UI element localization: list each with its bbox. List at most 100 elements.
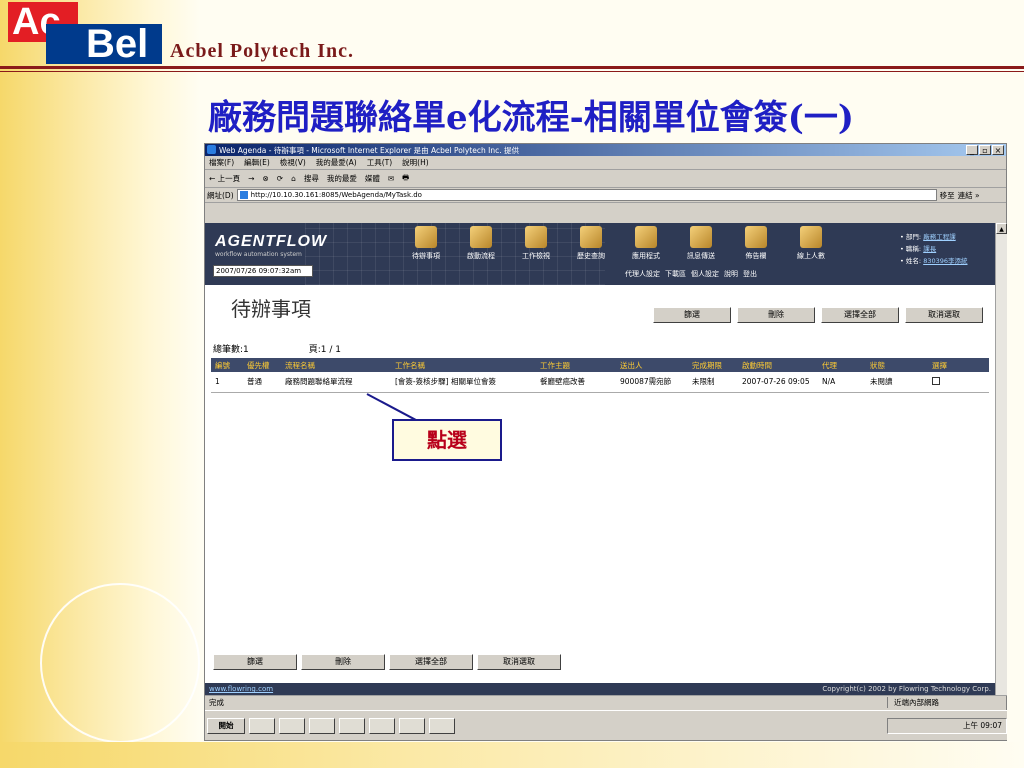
bottom-band bbox=[0, 742, 1024, 768]
menu-edit[interactable]: 編輯(E) bbox=[244, 157, 270, 168]
work-view-icon bbox=[525, 226, 547, 248]
select-checkbox[interactable] bbox=[932, 376, 940, 385]
select-all-button-bottom[interactable]: 選擇全部 bbox=[389, 654, 473, 670]
refresh-button[interactable]: ⟳ bbox=[277, 174, 283, 183]
links-button[interactable]: 連結 » bbox=[958, 190, 980, 201]
cell-task-name[interactable]: [會簽-簽核步驟] 相關單位會簽 bbox=[391, 372, 536, 393]
slide-title: 廠務問題聯絡單e化流程-相關單位會簽(一) bbox=[208, 98, 854, 138]
delete-button-bottom[interactable]: 刪除 bbox=[301, 654, 385, 670]
subnav-personal[interactable]: 個人設定 bbox=[691, 269, 719, 279]
deselect-button[interactable]: 取消選取 bbox=[905, 307, 983, 323]
name-link[interactable]: 830396李添統 bbox=[923, 257, 967, 265]
nav-work-view[interactable]: 工作檢視 bbox=[511, 226, 561, 261]
col-proxy[interactable]: 代理 bbox=[818, 358, 866, 372]
task-table: 編號 優先權 流程名稱 工作名稱 工作主題 送出人 完成期限 啟動時間 代理 狀… bbox=[211, 358, 989, 393]
search-button[interactable]: 搜尋 bbox=[304, 173, 319, 184]
total-count: 總筆數:1 bbox=[213, 345, 249, 355]
print-button[interactable]: 🖶 bbox=[402, 172, 409, 185]
subnav-help[interactable]: 說明 bbox=[724, 269, 738, 279]
scroll-up-arrow[interactable]: ▲ bbox=[996, 223, 1007, 234]
taskbar-item[interactable] bbox=[279, 717, 305, 734]
col-task-name[interactable]: 工作名稱 bbox=[391, 358, 536, 372]
decorative-circle bbox=[40, 583, 200, 743]
menu-bar: 檔案(F) 編輯(E) 檢視(V) 我的最愛(A) 工具(T) 說明(H) bbox=[205, 156, 1006, 170]
page-content: AGENTFLOW workflow automation system 200… bbox=[205, 223, 995, 695]
dept-label: 部門: bbox=[905, 233, 922, 241]
deselect-button-bottom[interactable]: 取消選取 bbox=[477, 654, 561, 670]
menu-favorites[interactable]: 我的最愛(A) bbox=[316, 157, 357, 168]
copyright: Copyright(c) 2002 by Flowring Technology… bbox=[822, 685, 991, 693]
col-flow-name[interactable]: 流程名稱 bbox=[281, 358, 391, 372]
menu-help[interactable]: 說明(H) bbox=[402, 157, 429, 168]
taskbar-item[interactable] bbox=[339, 717, 365, 734]
col-start-time[interactable]: 啟動時間 bbox=[738, 358, 818, 372]
nav-online[interactable]: 線上人數 bbox=[786, 226, 836, 261]
action-buttons-bottom: 篩選 刪除 選擇全部 取消選取 bbox=[213, 654, 561, 670]
nav-apps[interactable]: 應用程式 bbox=[621, 226, 671, 261]
home-button[interactable]: ⌂ bbox=[291, 174, 296, 183]
nav-history[interactable]: 歷史查詢 bbox=[566, 226, 616, 261]
subnav-proxy[interactable]: 代理人設定 bbox=[625, 269, 660, 279]
page-icon bbox=[239, 191, 248, 199]
datetime-display: 2007/07/26 09:07:32am bbox=[213, 265, 313, 277]
address-input[interactable]: http://10.10.30.161:8085/WebAgenda/MyTas… bbox=[236, 189, 937, 201]
filter-button[interactable]: 篩選 bbox=[653, 307, 731, 323]
cell-priority: 普通 bbox=[243, 372, 281, 393]
mail-button[interactable]: ✉ bbox=[388, 174, 394, 183]
header-rule bbox=[0, 66, 1024, 69]
filter-button-bottom[interactable]: 篩選 bbox=[213, 654, 297, 670]
window-title: Web Agenda - 待辦事項 - Microsoft Internet E… bbox=[219, 145, 519, 155]
taskbar-item[interactable] bbox=[399, 717, 425, 734]
col-select[interactable]: 選擇 bbox=[928, 358, 989, 372]
address-url: http://10.10.30.161:8085/WebAgenda/MyTas… bbox=[250, 191, 422, 199]
subnav-logout[interactable]: 登出 bbox=[743, 269, 757, 279]
flowring-link[interactable]: www.flowring.com bbox=[209, 685, 273, 693]
select-all-button[interactable]: 選擇全部 bbox=[821, 307, 899, 323]
delete-button[interactable]: 刪除 bbox=[737, 307, 815, 323]
stop-button[interactable]: ⊗ bbox=[262, 174, 268, 183]
record-count: 總筆數:1 頁:1 / 1 bbox=[213, 342, 341, 355]
nav-messages[interactable]: 訊息傳送 bbox=[676, 226, 726, 261]
media-button[interactable]: 媒體 bbox=[365, 173, 380, 184]
nav-todo[interactable]: 待辦事項 bbox=[401, 226, 451, 261]
table-row[interactable]: 1 普通 廠務問題聯絡單流程 [會簽-簽核步驟] 相關單位會簽 餐廳壁癌改善 9… bbox=[211, 372, 989, 393]
favorites-button[interactable]: 我的最愛 bbox=[327, 173, 357, 184]
taskbar-item[interactable] bbox=[249, 717, 275, 734]
address-bar: 網址(D) http://10.10.30.161:8085/WebAgenda… bbox=[205, 188, 1006, 203]
browser-window: Web Agenda - 待辦事項 - Microsoft Internet E… bbox=[204, 143, 1007, 741]
taskbar-item[interactable] bbox=[429, 717, 455, 734]
col-sender[interactable]: 送出人 bbox=[616, 358, 688, 372]
cell-flow-name[interactable]: 廠務問題聯絡單流程 bbox=[281, 372, 391, 393]
col-status[interactable]: 狀態 bbox=[866, 358, 928, 372]
nav-start-flow-label: 啟動流程 bbox=[467, 252, 495, 260]
nav-bulletin[interactable]: 佈告欄 bbox=[731, 226, 781, 261]
cell-deadline: 未限制 bbox=[688, 372, 738, 393]
minimize-button[interactable]: _ bbox=[966, 145, 978, 155]
subnav-download[interactable]: 下載區 bbox=[665, 269, 686, 279]
title-link[interactable]: 課長 bbox=[923, 245, 936, 253]
address-label: 網址(D) bbox=[207, 190, 234, 200]
close-button[interactable]: × bbox=[992, 145, 1004, 155]
menu-view[interactable]: 檢視(V) bbox=[280, 157, 306, 168]
nav-start-flow[interactable]: 啟動流程 bbox=[456, 226, 506, 261]
start-button[interactable]: 開始 bbox=[207, 717, 245, 734]
col-subject[interactable]: 工作主題 bbox=[536, 358, 616, 372]
vertical-scrollbar[interactable]: ▲ bbox=[995, 223, 1007, 695]
go-button[interactable]: 移至 bbox=[940, 190, 955, 201]
menu-tools[interactable]: 工具(T) bbox=[367, 157, 392, 168]
back-button[interactable]: ← 上一頁 bbox=[209, 173, 240, 184]
page-indicator: 頁:1 / 1 bbox=[308, 345, 342, 355]
start-flow-icon bbox=[470, 226, 492, 248]
forward-button[interactable]: → bbox=[248, 174, 254, 183]
security-zone: 近端內部網路 bbox=[887, 697, 1007, 708]
maximize-button[interactable]: ▫ bbox=[979, 145, 991, 155]
menu-file[interactable]: 檔案(F) bbox=[209, 157, 234, 168]
acbel-logo: Ac Bel bbox=[8, 2, 162, 64]
col-priority[interactable]: 優先權 bbox=[243, 358, 281, 372]
col-id[interactable]: 編號 bbox=[211, 358, 243, 372]
taskbar-item[interactable] bbox=[309, 717, 335, 734]
cell-select bbox=[928, 372, 989, 393]
dept-link[interactable]: 廠務工程課 bbox=[923, 233, 956, 241]
col-deadline[interactable]: 完成期限 bbox=[688, 358, 738, 372]
taskbar-item[interactable] bbox=[369, 717, 395, 734]
